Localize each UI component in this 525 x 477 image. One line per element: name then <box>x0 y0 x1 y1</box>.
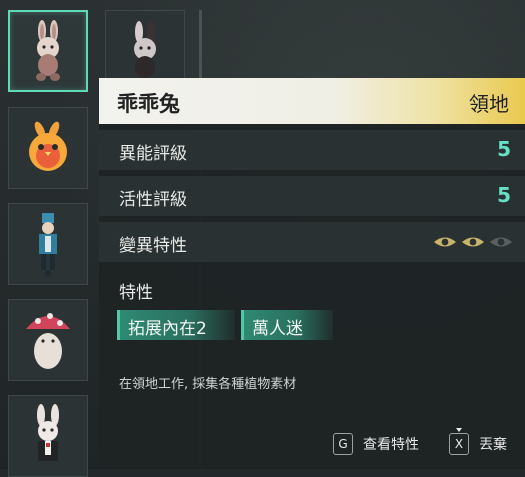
inventory-slot-white-rabbit[interactable] <box>8 395 88 477</box>
discard-label[interactable]: 丟棄 <box>479 434 507 454</box>
white-rabbit-icon <box>37 404 59 461</box>
detail-panel: 乖乖兔 領地 異能評級 5 活性評級 5 變異特性 特性 拓展內在2 萬人迷 在… <box>99 78 525 469</box>
stat-label: 變異特性 <box>119 236 187 256</box>
eye-icon-filled <box>462 237 484 247</box>
mushroom-creature-icon <box>26 313 70 369</box>
trait-chip-expand[interactable]: 拓展內在2 <box>117 310 235 340</box>
stat-row-mutation: 變異特性 <box>99 222 525 262</box>
orange-bird-icon <box>29 121 67 171</box>
inventory-slot-toy-soldier[interactable] <box>8 203 88 285</box>
title-bar: 乖乖兔 領地 <box>99 78 525 124</box>
inventory-slot-orange-bird[interactable] <box>8 107 88 189</box>
inventory-slot-mushroom[interactable] <box>8 299 88 381</box>
stat-label: 活性評級 <box>119 190 187 210</box>
action-footer: G 查看特性 X 丟棄 <box>333 428 507 455</box>
toy-soldier-icon <box>39 213 57 276</box>
creature-description: 在領地工作, 採集各種植物素材 <box>119 377 297 392</box>
category-tag: 領地 <box>469 92 509 116</box>
mutation-eyes <box>433 235 513 249</box>
discard-key[interactable]: X <box>449 428 469 455</box>
inventory-slot-bunny-beige[interactable] <box>8 10 88 92</box>
trait-chip-charm[interactable]: 萬人迷 <box>241 310 333 340</box>
stat-row-activity-rating: 活性評級 5 <box>99 176 525 216</box>
eye-icon-filled <box>434 237 456 247</box>
hold-indicator-icon <box>456 428 462 432</box>
traits-heading: 特性 <box>119 283 153 303</box>
stat-value: 5 <box>497 183 511 207</box>
creature-name: 乖乖兔 <box>117 92 180 116</box>
stat-value: 5 <box>497 137 511 161</box>
bunny-doll-icon <box>36 20 60 81</box>
stat-label: 異能評級 <box>119 144 187 164</box>
stat-row-ability-rating: 異能評級 5 <box>99 130 525 170</box>
eye-icon-empty <box>490 237 512 247</box>
view-traits-label[interactable]: 查看特性 <box>363 434 419 454</box>
dark-bunny-doll-icon <box>134 21 156 78</box>
view-traits-key[interactable]: G <box>333 433 353 455</box>
